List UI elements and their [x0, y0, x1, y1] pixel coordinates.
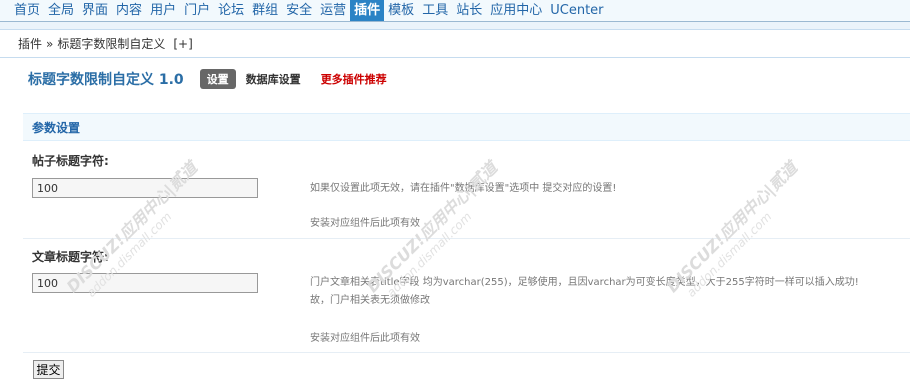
breadcrumb-current: 标题字数限制自定义	[57, 37, 166, 51]
nav-item-10[interactable]: 插件	[350, 0, 385, 21]
nav-item-8[interactable]: 安全	[282, 0, 316, 21]
nav-strip	[0, 22, 910, 30]
nav-item-3[interactable]: 内容	[112, 0, 146, 21]
nav-item-5[interactable]: 门户	[180, 0, 214, 21]
nav-item-0[interactable]: 首页	[10, 0, 44, 21]
nav-item-1[interactable]: 全局	[44, 0, 78, 21]
plugin-title: 标题字数限制自定义 1.0	[28, 72, 184, 88]
post-title-length-input[interactable]	[32, 178, 258, 198]
post-title-tip: 如果仅设置此项无效，请在插件"数据库设置"选项中 提交对应的设置!	[310, 183, 617, 194]
add-shortcut-link[interactable]: [+]	[173, 37, 192, 51]
nav-item-4[interactable]: 用户	[146, 0, 180, 21]
more-plugins-link[interactable]: 更多插件推荐	[321, 71, 387, 87]
divider	[23, 238, 910, 239]
article-title-tip: 门户文章相关表title字段 均为varchar(255)，足够使用，且因var…	[310, 277, 859, 288]
breadcrumb-separator: »	[46, 36, 54, 51]
submit-button[interactable]: 提交	[33, 360, 64, 379]
nav-item-9[interactable]: 运营	[316, 0, 350, 21]
top-navigation: 首页 全局 界面 内容 用户 门户 论坛 群组 安全 运营 插件 模板 工具 站长 应用中心 UCenter	[0, 0, 910, 22]
article-title-tip-cont: 故，门户相关表无须做修改	[310, 295, 430, 306]
nav-item-6[interactable]: 论坛	[214, 0, 248, 21]
divider	[23, 352, 910, 353]
nav-item-7[interactable]: 群组	[248, 0, 282, 21]
section-header: 参数设置	[23, 113, 910, 141]
nav-item-12[interactable]: 工具	[418, 0, 452, 21]
post-title-note: 安装对应组件后此项有效	[310, 218, 420, 229]
article-title-length-input[interactable]	[32, 273, 258, 293]
nav-item-15[interactable]: UCenter	[546, 0, 607, 21]
article-title-label: 文章标题字符:	[32, 250, 109, 264]
nav-item-11[interactable]: 模板	[384, 0, 418, 21]
nav-item-14[interactable]: 应用中心	[486, 0, 546, 21]
article-title-note: 安装对应组件后此项有效	[310, 333, 420, 344]
nav-item-13[interactable]: 站长	[452, 0, 486, 21]
breadcrumb-root[interactable]: 插件	[18, 35, 42, 52]
section-title: 参数设置	[32, 120, 81, 135]
breadcrumb: 插件 » 标题字数限制自定义 [+]	[0, 30, 910, 58]
nav-item-2[interactable]: 界面	[78, 0, 112, 21]
tab-database-settings[interactable]: 数据库设置	[246, 71, 301, 87]
plugin-header: 标题字数限制自定义 1.0 设置 数据库设置 更多插件推荐	[0, 58, 910, 100]
post-title-label: 帖子标题字符:	[32, 154, 109, 168]
tab-settings[interactable]: 设置	[199, 69, 236, 89]
